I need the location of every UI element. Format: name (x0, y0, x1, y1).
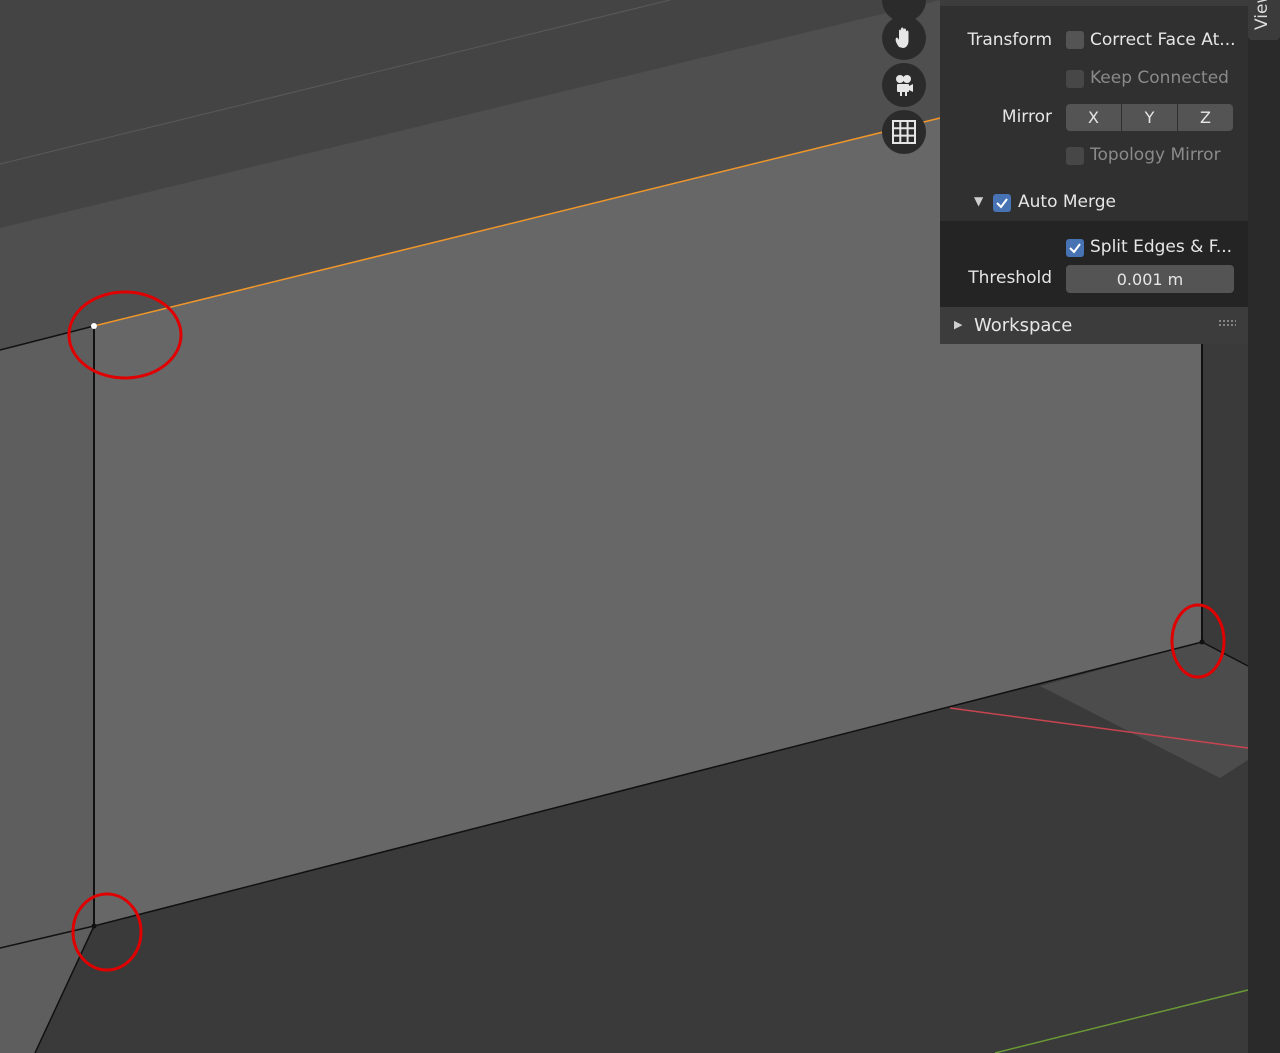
sidebar-tab-strip: View (1248, 0, 1280, 1053)
camera-view-button[interactable] (882, 63, 926, 107)
keep-connected-checkbox[interactable] (1066, 70, 1084, 88)
split-edges-label: Split Edges & F... (1090, 237, 1233, 257)
grid-icon (892, 120, 916, 144)
topology-mirror-label: Topology Mirror (1090, 145, 1221, 165)
auto-merge-expand-arrow[interactable]: ▼ (974, 194, 983, 208)
mirror-x-button[interactable]: X (1066, 104, 1121, 131)
correct-face-checkbox[interactable] (1066, 31, 1084, 49)
threshold-field[interactable]: 0.001 m (1066, 265, 1234, 293)
view-tab-label: View (1252, 0, 1272, 30)
mirror-z-button[interactable]: Z (1178, 104, 1233, 131)
vertex[interactable] (1199, 639, 1205, 645)
selected-vertex[interactable] (91, 323, 97, 329)
topology-mirror-checkbox[interactable] (1066, 147, 1084, 165)
checkmark-icon (996, 198, 1008, 209)
correct-face-label: Correct Face At... (1090, 30, 1236, 50)
checkmark-icon (1069, 243, 1081, 254)
transform-label: Transform (967, 30, 1052, 50)
expand-arrow-icon: ▶ (954, 318, 963, 331)
mirror-y-button[interactable]: Y (1122, 104, 1177, 131)
options-panel: Transform Correct Face At... Keep Connec… (940, 0, 1248, 344)
auto-merge-subpanel: Split Edges & F... Threshold 0.001 m (940, 221, 1248, 307)
pan-hand-icon (895, 27, 909, 48)
pan-hand-button[interactable] (882, 16, 926, 60)
camera-icon (896, 75, 913, 96)
auto-merge-label: Auto Merge (1018, 192, 1116, 212)
vertex[interactable] (91, 923, 97, 929)
view-tab[interactable]: View (1248, 0, 1280, 40)
mirror-label: Mirror (1001, 107, 1052, 127)
threshold-label: Threshold (968, 268, 1052, 288)
split-edges-checkbox[interactable] (1066, 239, 1084, 257)
auto-merge-checkbox[interactable] (993, 194, 1011, 212)
drag-handle-icon[interactable] (1218, 319, 1236, 327)
keep-connected-label: Keep Connected (1090, 68, 1229, 88)
workspace-header[interactable]: ▶ Workspace (940, 307, 1248, 344)
mesh-left-face (0, 326, 94, 948)
workspace-label: Workspace (974, 315, 1073, 336)
ortho-grid-button[interactable] (882, 110, 926, 154)
